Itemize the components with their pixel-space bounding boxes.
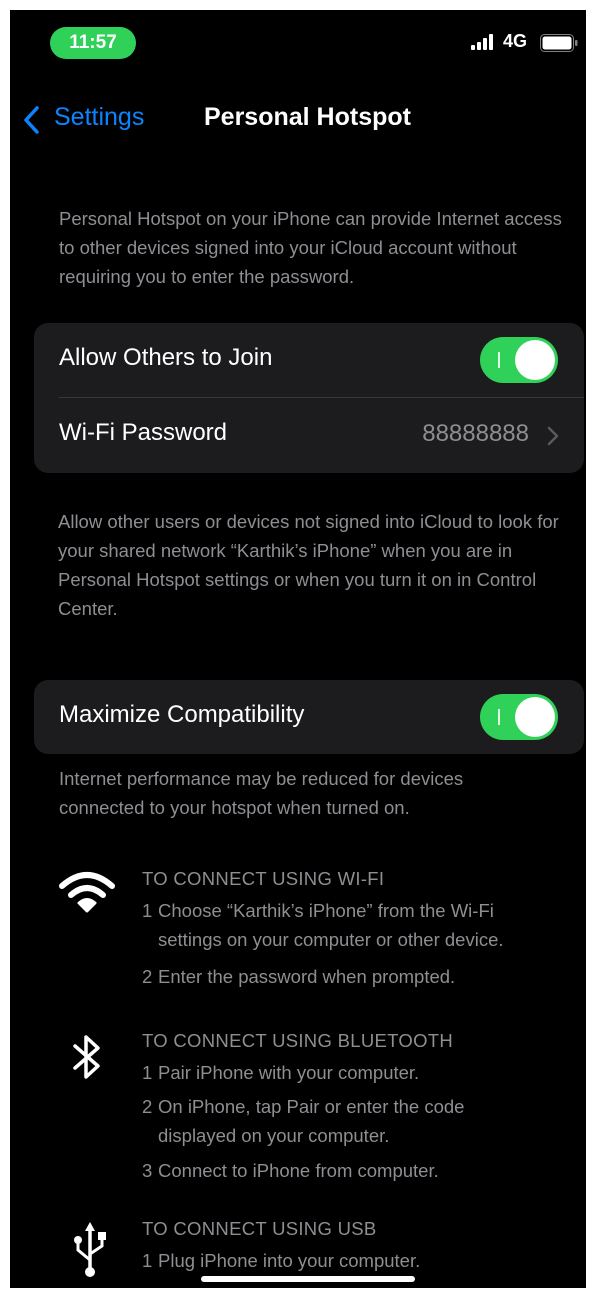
back-button[interactable]: Settings [54, 103, 144, 132]
bluetooth-step: 1 Pair iPhone with your computer. [142, 1062, 420, 1083]
toggle-knob [515, 340, 555, 380]
wifi-step: 2 Enter the password when prompted. [142, 966, 456, 987]
back-chevron-icon[interactable] [22, 105, 42, 135]
allow-others-row: Allow Others to Join [34, 323, 584, 398]
nav-bar: Settings Personal Hotspot [10, 95, 586, 145]
wifi-password-label: Wi-Fi Password [59, 419, 228, 446]
usb-section-title: TO CONNECT USING USB [142, 1218, 377, 1239]
allow-others-label: Allow Others to Join [59, 344, 273, 371]
cellular-signal-icon [471, 34, 493, 50]
maximize-compat-footer: Internet performance may be reduced for … [59, 768, 464, 818]
intro-description: Personal Hotspot on your iPhone can prov… [59, 208, 562, 287]
bluetooth-step: 2 On iPhone, tap Pair or enter the code d… [142, 1096, 465, 1146]
wifi-password-value: 88888888 [422, 420, 529, 447]
maximize-compat-row: Maximize Compatibility [34, 680, 584, 754]
maximize-compat-label: Maximize Compatibility [59, 701, 305, 728]
screen: 11:57 4G Settings Personal Hotspot Perso… [10, 10, 586, 1288]
page-title: Personal Hotspot [204, 103, 411, 131]
allow-others-footer: Allow other users or devices not signed … [58, 511, 559, 619]
home-indicator[interactable] [201, 1276, 415, 1282]
allow-others-toggle[interactable] [480, 337, 558, 383]
bluetooth-section-title: TO CONNECT USING BLUETOOTH [142, 1030, 454, 1051]
chevron-right-icon [547, 426, 559, 446]
maximize-compat-toggle[interactable] [480, 694, 558, 740]
toggle-knob [515, 697, 555, 737]
toggle-on-indicator [498, 709, 500, 725]
bluetooth-step: 3 Connect to iPhone from computer. [142, 1160, 439, 1181]
wifi-step: 1 Choose “Karthik’s iPhone” from the Wi-F… [142, 900, 504, 950]
bluetooth-icon [73, 1035, 100, 1079]
toggle-on-indicator [498, 352, 500, 368]
usb-icon [74, 1222, 106, 1277]
battery-icon [540, 34, 578, 52]
wifi-password-row[interactable]: Wi-Fi Password 88888888 [34, 398, 584, 472]
compatibility-group: Maximize Compatibility [34, 680, 584, 754]
network-type: 4G [503, 31, 528, 51]
status-time[interactable]: 11:57 [50, 27, 136, 59]
hotspot-settings-group: Allow Others to Join Wi-Fi Password 8888… [34, 323, 584, 473]
usb-step: 1 Plug iPhone into your computer. [142, 1250, 421, 1271]
wifi-icon [59, 872, 115, 913]
wifi-section-title: TO CONNECT USING WI-FI [142, 868, 385, 889]
status-bar: 11:57 4G [10, 10, 586, 70]
